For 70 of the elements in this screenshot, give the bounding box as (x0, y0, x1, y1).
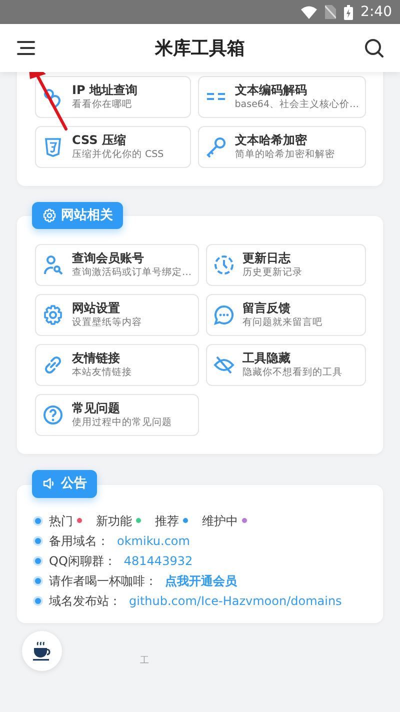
notice-label: 请作者喝一杯咖啡： (49, 574, 157, 587)
no-sim-icon (324, 5, 336, 19)
wifi-icon (300, 6, 317, 18)
legend-label: 维护中 (202, 514, 238, 527)
bullet-dot (35, 538, 41, 544)
settings-icon (42, 208, 57, 224)
tool-title: 工具隐藏 (242, 351, 292, 367)
legend-label: 推荐 (155, 514, 179, 527)
tool-title: 留言反馈 (242, 301, 292, 317)
tool-card[interactable]: 网站设置 设置壁纸等内容 (35, 294, 198, 336)
legend-label: 新功能 (96, 514, 132, 527)
key-icon (204, 136, 227, 158)
bullet-dot (35, 558, 41, 564)
tool-card[interactable]: CSS 压缩 压缩并优化你的 CSS (35, 126, 191, 168)
tool-title: CSS 压缩 (72, 132, 127, 149)
tool-card[interactable]: 友情链接 本站友情链接 (35, 344, 198, 386)
bullet-dot (35, 578, 41, 584)
tool-description: 压缩并优化你的 CSS (72, 148, 164, 161)
app-title: 米库工具箱 (155, 36, 245, 60)
tool-description: base64、社会主义核心价… (234, 98, 359, 111)
battery-icon (344, 4, 353, 20)
tool-card[interactable]: 留言反馈 有问题就来留言吧 (206, 294, 366, 336)
coffee-cup-icon (31, 640, 53, 662)
question-icon (42, 404, 64, 426)
bullet-dot (35, 598, 41, 604)
menu-icon[interactable] (16, 40, 36, 56)
tool-title: 常见问题 (72, 401, 121, 417)
tool-description: 使用过程中的常见问题 (72, 416, 172, 430)
tool-card[interactable]: 更新日志 历史更新记录 (206, 244, 366, 286)
tool-description: 简单的哈希加密和解密 (234, 148, 335, 161)
tool-description: 历史更新记录 (242, 266, 302, 280)
search-icon[interactable] (364, 38, 384, 58)
notice-label: 域名发布站： (49, 594, 121, 607)
settings-icon (42, 304, 64, 326)
legend-label: 热门 (49, 514, 73, 527)
status-time: 2:40 (360, 2, 392, 22)
chat-bubble-icon (212, 304, 234, 326)
user-search-icon (42, 254, 64, 276)
bullet-dot (35, 518, 41, 524)
css3-icon (42, 136, 64, 158)
tool-title: 友情链接 (72, 351, 121, 367)
tool-card[interactable]: 文本哈希加密 简单的哈希加密和解密 (198, 126, 366, 168)
tool-description: 设置壁纸等内容 (72, 316, 142, 330)
tool-description: 看看你在哪吧 (72, 98, 133, 111)
tool-title: IP 地址查询 (72, 83, 138, 99)
tool-title: 网站设置 (72, 301, 121, 317)
clock-icon (212, 254, 234, 276)
tool-description: 查询激活码或订单号绑定… (72, 266, 192, 280)
tool-title: 查询会员账号 (72, 251, 145, 267)
notice-label: 备用域名： (49, 534, 109, 547)
equals-icon (204, 91, 227, 102)
section-badge: 公告 (32, 470, 97, 498)
tool-description: 隐藏你不想看到的工具 (242, 366, 342, 380)
section-badge: 网站相关 (32, 202, 123, 230)
arrow-annotation (28, 72, 68, 130)
eye-off-icon (212, 354, 234, 376)
tool-card[interactable]: 常见问题 使用过程中的常见问题 (35, 394, 198, 436)
tool-card[interactable]: IP 地址查询 看看你在哪吧 (35, 76, 191, 118)
tool-card[interactable]: 查询会员账号 查询激活码或订单号绑定… (35, 244, 198, 286)
footer-text: 工 (140, 655, 149, 668)
notice-label: QQ闲聊群： (49, 554, 116, 567)
tool-description: 有问题就来留言吧 (242, 316, 322, 330)
tool-title: 更新日志 (242, 251, 292, 267)
tool-title: 文本编码解码 (234, 83, 308, 99)
tool-card[interactable]: 文本编码解码 base64、社会主义核心价… (198, 76, 366, 118)
tool-card[interactable]: 工具隐藏 隐藏你不想看到的工具 (206, 344, 366, 386)
tool-title: 文本哈希加密 (234, 132, 308, 149)
link-icon (42, 354, 64, 376)
tool-description: 本站友情链接 (72, 366, 132, 380)
coffee-button[interactable] (22, 630, 62, 671)
